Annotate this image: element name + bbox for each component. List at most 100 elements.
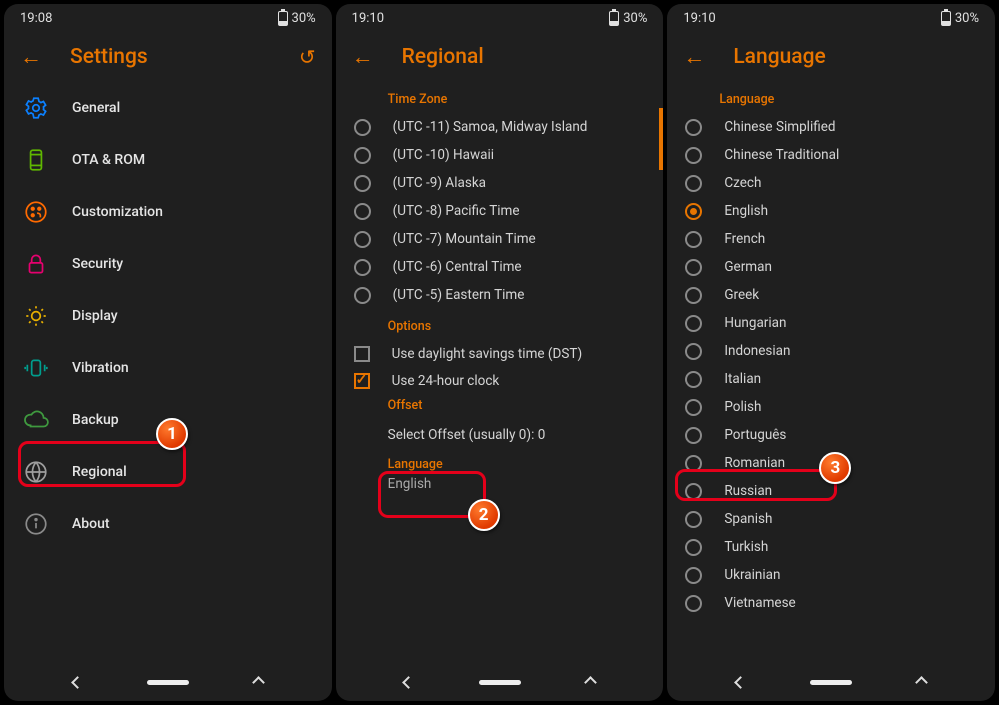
settings-item-about[interactable]: About (4, 498, 332, 550)
settings-item-vibration[interactable]: Vibration (4, 342, 332, 394)
settings-item-backup[interactable]: Backup (4, 394, 332, 446)
radio-icon (685, 287, 702, 304)
radio-icon (354, 231, 371, 248)
phone-language: 19:10 30% ← Language Language Chinese Si… (667, 4, 995, 701)
timezone-option[interactable]: (UTC -8) Pacific Time (336, 197, 664, 225)
nav-recent-icon[interactable] (916, 676, 929, 689)
language-option[interactable]: Português (667, 421, 995, 449)
language-block[interactable]: Language English (336, 453, 664, 502)
back-icon[interactable]: ← (20, 44, 42, 70)
battery-pct: 30% (292, 11, 316, 26)
checkbox-icon (354, 373, 370, 389)
timezone-label: (UTC -9) Alaska (393, 175, 486, 191)
settings-item-display[interactable]: Display (4, 290, 332, 342)
reset-icon[interactable]: ↺ (299, 45, 316, 69)
nav-home-icon[interactable] (147, 680, 189, 685)
timezone-option[interactable]: (UTC -11) Samoa, Midway Island (336, 113, 664, 141)
settings-item-ota-rom[interactable]: OTA & ROM (4, 134, 332, 186)
nav-home-icon[interactable] (810, 680, 852, 685)
language-label: Romanian (724, 455, 785, 471)
battery-icon (609, 11, 619, 26)
nav-recent-icon[interactable] (584, 676, 597, 689)
settings-item-label: Backup (72, 412, 119, 428)
radio-icon (685, 343, 702, 360)
settings-item-label: About (72, 516, 110, 532)
radio-icon (354, 175, 371, 192)
radio-icon (685, 371, 702, 388)
statusbar: 19:10 30% (667, 4, 995, 32)
language-label: Czech (724, 175, 761, 191)
section-timezone: Time Zone (336, 82, 664, 113)
language-option[interactable]: Polish (667, 393, 995, 421)
language-option[interactable]: Czech (667, 169, 995, 197)
timezone-label: (UTC -7) Mountain Time (393, 231, 536, 247)
language-label: English (724, 203, 768, 219)
statusbar: 19:08 30% (4, 4, 332, 32)
radio-icon (685, 259, 702, 276)
language-option[interactable]: English (667, 197, 995, 225)
offset-title: Offset (388, 398, 646, 413)
offset-block[interactable]: Offset (336, 394, 664, 427)
option-item[interactable]: Use 24-hour clock (336, 367, 664, 394)
language-label: Greek (724, 287, 759, 303)
language-option[interactable]: Spanish (667, 505, 995, 533)
settings-item-regional[interactable]: Regional (4, 446, 332, 498)
language-option[interactable]: Chinese Traditional (667, 141, 995, 169)
vibration-icon (22, 354, 50, 382)
option-item[interactable]: Use daylight savings time (DST) (336, 340, 664, 367)
option-label: Use daylight savings time (DST) (392, 346, 583, 362)
nav-back-icon[interactable] (734, 676, 747, 689)
timezone-option[interactable]: (UTC -9) Alaska (336, 169, 664, 197)
settings-item-label: Vibration (72, 360, 129, 376)
radio-icon (685, 175, 702, 192)
ota-rom-icon (22, 146, 50, 174)
nav-back-icon[interactable] (402, 676, 415, 689)
language-option[interactable]: Turkish (667, 533, 995, 561)
language-option[interactable]: German (667, 253, 995, 281)
timezone-option[interactable]: (UTC -6) Central Time (336, 253, 664, 281)
timezone-option[interactable]: (UTC -7) Mountain Time (336, 225, 664, 253)
page-title: Regional (402, 45, 648, 69)
radio-icon (685, 595, 702, 612)
language-label: Chinese Simplified (724, 119, 835, 135)
timezone-option[interactable]: (UTC -10) Hawaii (336, 141, 664, 169)
radio-icon (685, 119, 702, 136)
language-option[interactable]: Hungarian (667, 309, 995, 337)
nav-recent-icon[interactable] (252, 676, 265, 689)
timezone-label: (UTC -11) Samoa, Midway Island (393, 119, 588, 135)
language-label: Vietnamese (724, 595, 795, 611)
language-option[interactable]: Vietnamese (667, 589, 995, 617)
language-label: Hungarian (724, 315, 786, 331)
language-option[interactable]: Ukrainian (667, 561, 995, 589)
language-option[interactable]: Indonesian (667, 337, 995, 365)
radio-icon (685, 315, 702, 332)
radio-icon (685, 511, 702, 528)
appbar: ← Language (667, 32, 995, 82)
language-option[interactable]: Italian (667, 365, 995, 393)
radio-icon (685, 231, 702, 248)
language-option[interactable]: Greek (667, 281, 995, 309)
back-icon[interactable]: ← (352, 44, 374, 70)
language-option[interactable]: French (667, 225, 995, 253)
radio-icon (685, 427, 702, 444)
navbar (667, 663, 995, 701)
radio-icon (354, 287, 371, 304)
nav-home-icon[interactable] (479, 680, 521, 685)
radio-icon (685, 203, 702, 220)
section-options: Options (336, 309, 664, 340)
settings-item-customization[interactable]: Customization (4, 186, 332, 238)
scroll-indicator[interactable] (659, 108, 663, 170)
battery-icon (941, 11, 951, 26)
settings-item-security[interactable]: Security (4, 238, 332, 290)
radio-icon (685, 147, 702, 164)
regional-icon (22, 458, 50, 486)
clock: 19:08 (20, 11, 52, 26)
back-icon[interactable]: ← (683, 44, 705, 70)
language-value: English (388, 476, 646, 492)
settings-item-general[interactable]: General (4, 82, 332, 134)
language-option[interactable]: Romanian (667, 449, 995, 477)
language-option[interactable]: Chinese Simplified (667, 113, 995, 141)
nav-back-icon[interactable] (71, 676, 84, 689)
timezone-option[interactable]: (UTC -5) Eastern Time (336, 281, 664, 309)
language-option[interactable]: Russian (667, 477, 995, 505)
